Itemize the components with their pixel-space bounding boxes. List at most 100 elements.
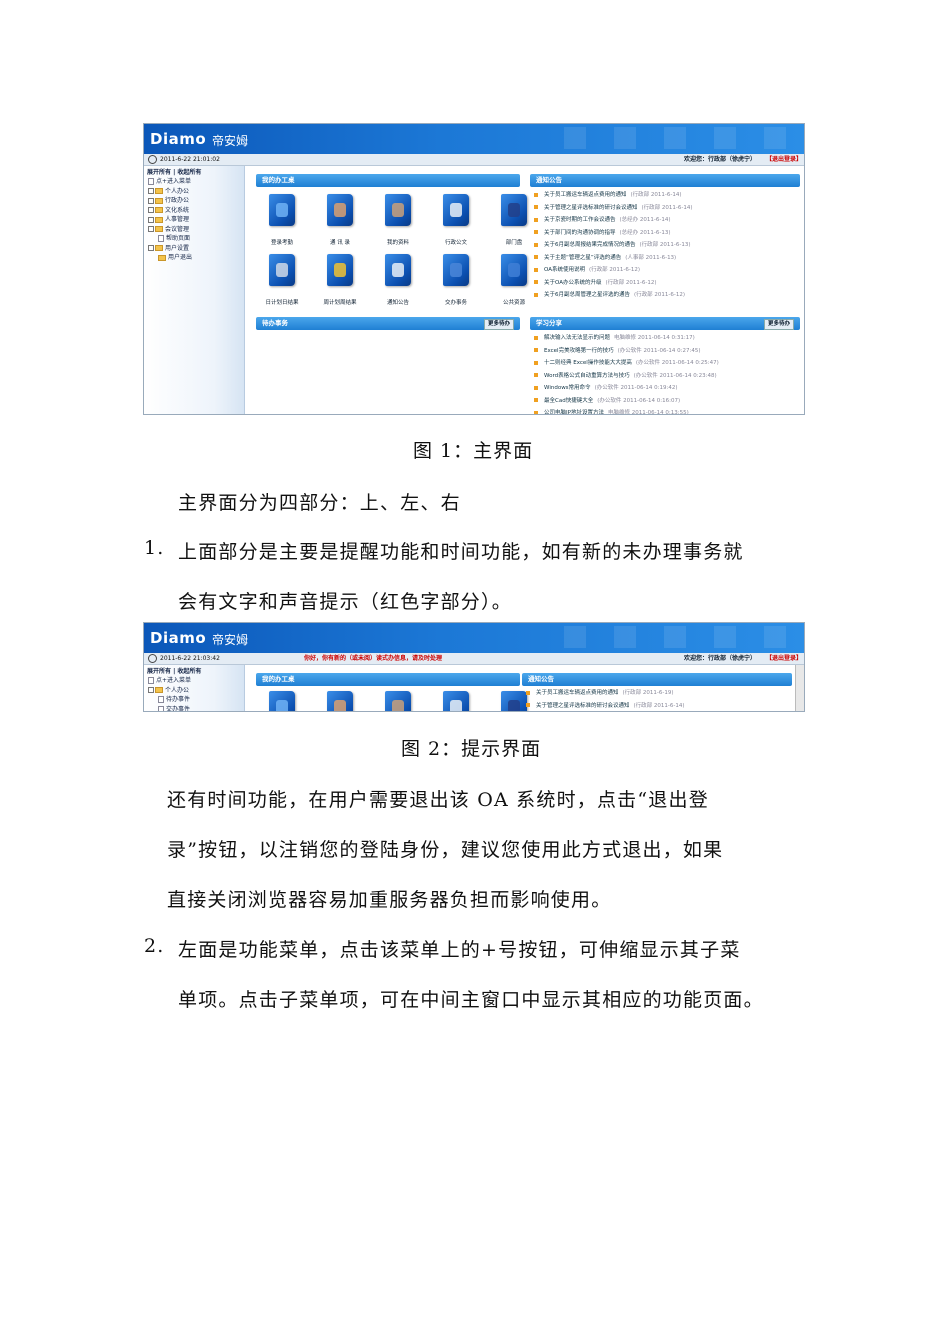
expand-collapse-all[interactable]: 展开所有 | 收起所有 — [144, 166, 244, 177]
list-item[interactable]: 关于管理之星评选标准的研讨会议通知 (行政部 2011-6-14) — [526, 700, 791, 712]
list-item-title[interactable]: 关于管理之星评选标准的研讨会议通知 — [536, 703, 630, 709]
list-item-title[interactable]: 关于OA办公系统的升级 — [544, 280, 602, 286]
expand-plus-icon[interactable] — [148, 245, 154, 251]
scrollbar[interactable] — [795, 665, 804, 711]
document-icon — [158, 705, 164, 711]
sidebar-item[interactable]: 行政办公 — [144, 196, 244, 206]
desk-tool[interactable]: 部门盘 — [490, 194, 538, 250]
list-item[interactable]: 关于员工搬运车辆返点费用的通知 (行政部 2011-6-14) — [534, 189, 799, 202]
list-item[interactable]: 十二则经典 Excel操作技能大大提高 (办公软件 2011-06-14 0:25… — [534, 357, 799, 370]
notice-list: 关于员工搬运车辆返点费用的通知 (行政部 2011-6-14) 关于管理之星评选标准… — [534, 189, 799, 302]
desk-tool[interactable]: 周计划周结果 — [316, 254, 364, 310]
list-item-meta: (办公软件 2011-06-14 0:19:42) — [594, 385, 678, 391]
list-item[interactable]: 关于京瓷时期的工作会议通告 (总经办 2011-6-14) — [534, 214, 799, 227]
expand-collapse-all-2[interactable]: 展开所有 | 收起所有 — [144, 665, 244, 676]
list-item[interactable]: 关于6月副总周报结果完成情况的通告 (行政部 2011-6-13) — [534, 239, 799, 252]
list-item-title[interactable]: 关于6月副总周管理之星评选的通告 — [544, 292, 630, 298]
desk-tool-label: 我的资料 — [386, 240, 409, 246]
notice-list-2: 关于员工搬运车辆返点费用的通知 (行政部 2011-6-19) 关于管理之星评选标准… — [526, 687, 791, 712]
desk-tool[interactable] — [374, 691, 422, 711]
expand-plus-icon[interactable] — [148, 197, 154, 204]
list-item[interactable]: 关于部门间的沟通协调的指导 (总经办 2011-6-13) — [534, 227, 799, 240]
desk-tool[interactable] — [432, 691, 480, 711]
list-item-title[interactable]: 关于管理之星评选标准的研讨会议通知 — [544, 205, 638, 211]
sidebar-menu: 展开所有 | 收起所有 点+进入菜单 个人办公 行政办公 文化系统 人事管理 会议管理 帮助… — [144, 166, 245, 414]
expand-plus-icon[interactable] — [148, 207, 154, 213]
sidebar-item-label: 文化系统 — [165, 206, 190, 214]
list-item-title[interactable]: 解决输入法无法显示的问题 — [544, 335, 610, 341]
list-item-title[interactable]: 关于主题“管理之星”评选的通告 — [544, 255, 621, 261]
list-item[interactable]: 关于主题“管理之星”评选的通告 (人事部 2011-6-13) — [534, 252, 799, 265]
sidebar-item[interactable]: 用户设置 — [144, 244, 244, 254]
desk-tool[interactable]: 登录考勤 — [258, 194, 306, 250]
sidebar-item[interactable]: 待办事件 — [144, 695, 244, 705]
list-item-title[interactable]: 关于员工搬运车辆返点费用的通知 — [536, 690, 619, 696]
desk-tool[interactable] — [258, 691, 306, 711]
desk-tool[interactable]: 公共资源 — [490, 254, 538, 310]
desk-tool-label: 日计划日结果 — [265, 300, 299, 306]
sidebar-item[interactable]: 帮助页面 — [144, 234, 244, 244]
expand-plus-icon[interactable] — [148, 687, 154, 693]
app-banner-2: Diamo 帝安姆 — [144, 623, 804, 653]
list-item-title[interactable]: 关于6月副总周报结果完成情况的通告 — [544, 242, 636, 248]
sidebar-item[interactable]: 文化系统 — [144, 206, 244, 216]
list-item-title[interactable]: 最全Cad快捷键大全 — [544, 398, 593, 404]
list-item[interactable]: 关于6月副总周管理之星评选的通告 (行政部 2011-6-12) — [534, 289, 799, 302]
desk-tool[interactable]: 我的资料 — [374, 194, 422, 250]
list-item-title[interactable]: Word表格公式自动重算方法与技巧 — [544, 373, 630, 379]
status-time-2: 2011-6-22 21:03:42 — [160, 655, 220, 662]
list-item[interactable]: 关于员工搬运车辆返点费用的通知 (行政部 2011-6-19) — [526, 687, 791, 700]
list-item[interactable]: 关于OA办公系统的升级 (行政部 2011-6-12) — [534, 277, 799, 290]
logout-button[interactable]: 【退出登录】 — [766, 154, 802, 165]
list-item[interactable]: 公司电脑IP地址设置方法 电脑维修 2011-06-14 0:13:55) — [534, 407, 799, 414]
list-item-title[interactable]: 公司电脑IP地址设置方法 — [544, 410, 604, 414]
my-desk-title: 我的办工桌 — [256, 174, 520, 187]
list-item-title[interactable]: Excel完美攻略第一行的技巧 — [544, 348, 614, 354]
list-item[interactable]: Word表格公式自动重算方法与技巧 (办公软件 2011-06-14 0:23:4… — [534, 370, 799, 383]
expand-plus-icon[interactable] — [148, 226, 154, 232]
desk-tool[interactable]: 通 讯 录 — [316, 194, 364, 250]
sidebar-item[interactable]: 用户退出 — [144, 253, 244, 263]
sidebar-item[interactable]: 个人办公 — [144, 686, 244, 696]
folder-book-icon — [327, 691, 353, 711]
notice-title-2: 通知公告 — [522, 673, 792, 686]
sidebar-item[interactable]: 个人办公 — [144, 187, 244, 197]
sidebar-item[interactable]: 会议管理 — [144, 225, 244, 235]
list-item[interactable]: OA系统使用说明 (行政部 2011-6-12) — [534, 264, 799, 277]
list-item-title[interactable]: Windows常用命令 — [544, 385, 591, 391]
more-study-button[interactable]: 更多待办 — [763, 319, 794, 330]
folder-book-icon — [443, 691, 469, 711]
list-item-title[interactable]: 关于京瓷时期的工作会议通告 — [544, 217, 616, 223]
desk-tool[interactable]: 行政公文 — [432, 194, 480, 250]
sidebar-item-label: 帮助页面 — [166, 235, 191, 242]
list-item-title[interactable]: 十二则经典 Excel操作技能大大提高 — [544, 360, 632, 366]
desk-tool[interactable]: 通知公告 — [374, 254, 422, 310]
sidebar-item[interactable]: 点+进入菜单 — [144, 177, 244, 187]
bullet-icon — [534, 230, 538, 234]
sidebar-item-label: 个人办公 — [165, 187, 190, 195]
list-item-title[interactable]: OA系统使用说明 — [544, 267, 585, 273]
bullet-icon — [526, 690, 530, 695]
alert-message[interactable]: 你好，你有新的（或未阅）读式办信息，请及时处理 — [304, 653, 442, 664]
list-item[interactable]: 最全Cad快捷键大全 (办公软件 2011-06-14 0:16:07) — [534, 395, 799, 408]
list-item[interactable]: Excel完美攻略第一行的技巧 (办公软件 2011-06-14 0:27:45) — [534, 345, 799, 358]
desk-tool[interactable] — [316, 691, 364, 711]
status-time: 2011-6-22 21:01:02 — [160, 156, 220, 163]
logout-button-2[interactable]: 【退出登录】 — [766, 653, 802, 664]
sidebar-item-label: 待办事件 — [166, 696, 191, 703]
desk-tool[interactable]: 日计划日结果 — [258, 254, 306, 310]
desk-tool[interactable]: 交办事务 — [432, 254, 480, 310]
expand-plus-icon[interactable] — [148, 188, 154, 194]
list-item-title[interactable]: 关于部门间的沟通协调的指导 — [544, 230, 616, 236]
expand-plus-icon[interactable] — [148, 216, 154, 223]
sidebar-item[interactable]: 交办事件 — [144, 705, 244, 711]
list-item[interactable]: 解决输入法无法显示的问题 电脑维修 2011-06-14 0:31:17) — [534, 332, 799, 345]
sidebar-item[interactable]: 点+进入菜单 — [144, 676, 244, 686]
exit-icon — [158, 254, 166, 261]
list-item[interactable]: 关于管理之星评选标准的研讨会议通知 (行政部 2011-6-14) — [534, 202, 799, 215]
item2-line2: 单项。点击子菜单项，可在中间主窗口中显示其相应的功能页面。 — [178, 989, 764, 1011]
list-item-title[interactable]: 关于员工搬运车辆返点费用的通知 — [544, 192, 627, 198]
list-item[interactable]: Windows常用命令 (办公软件 2011-06-14 0:19:42) — [534, 382, 799, 395]
sidebar-item[interactable]: 人事管理 — [144, 215, 244, 225]
more-todo-button[interactable]: 更多待办 — [483, 319, 514, 330]
